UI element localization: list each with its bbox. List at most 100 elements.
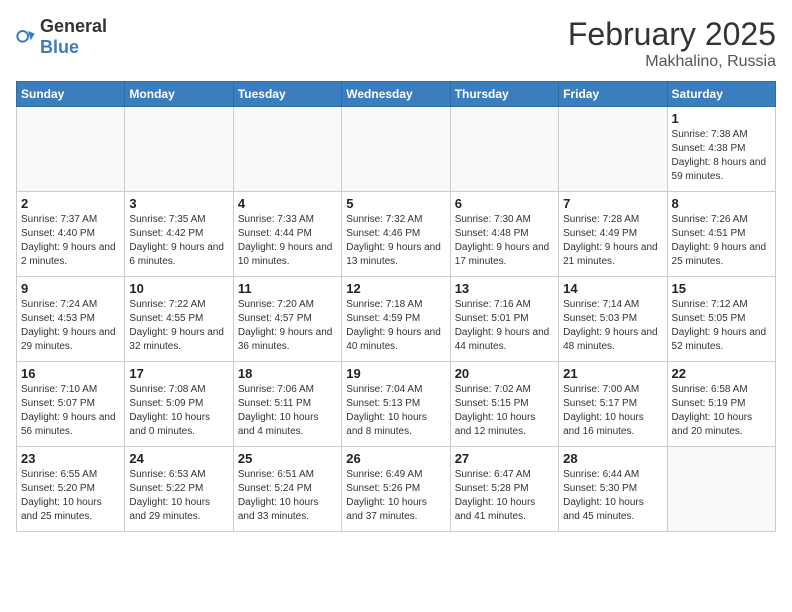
calendar-cell: 1 Sunrise: 7:38 AM Sunset: 4:38 PM Daylig… [667, 107, 775, 192]
calendar-cell: 19Sunrise: 7:04 AM Sunset: 5:13 PM Dayli… [342, 362, 450, 447]
calendar-cell: 25 Sunrise: 6:51 AM Sunset: 5:24 PM Dayli… [233, 447, 341, 532]
day-info: Sunrise: 6:49 AM Sunset: 5:26 PM Dayligh… [346, 468, 445, 524]
day-number: 10 [129, 281, 228, 296]
calendar-cell [17, 107, 125, 192]
week-row-1: 1 Sunrise: 7:38 AM Sunset: 4:38 PM Daylig… [17, 107, 776, 192]
calendar-cell: 4 Sunrise: 7:33 AM Sunset: 4:44 PM Daylig… [233, 192, 341, 277]
calendar-cell: 18Sunrise: 7:06 AM Sunset: 5:11 PM Dayli… [233, 362, 341, 447]
day-number: 18 [238, 366, 337, 381]
calendar-cell: 22Sunrise: 6:58 AM Sunset: 5:19 PM Dayli… [667, 362, 775, 447]
day-info: Sunrise: 7:26 AM Sunset: 4:51 PM Dayligh… [672, 213, 771, 269]
day-info: Sunrise: 6:44 AM Sunset: 5:30 PM Dayligh… [563, 468, 662, 524]
location-title: Makhalino, Russia [568, 53, 776, 71]
calendar-cell: 21 Sunrise: 7:00 AM Sunset: 5:17 PM Dayli… [559, 362, 667, 447]
weekday-header-sunday: Sunday [17, 82, 125, 107]
day-number: 17 [129, 366, 228, 381]
day-number: 3 [129, 196, 228, 211]
day-number: 23 [21, 451, 120, 466]
calendar-cell [559, 107, 667, 192]
week-row-2: 2 Sunrise: 7:37 AM Sunset: 4:40 PM Daylig… [17, 192, 776, 277]
day-number: 28 [563, 451, 662, 466]
weekday-header-tuesday: Tuesday [233, 82, 341, 107]
calendar-cell: 17 Sunrise: 7:08 AM Sunset: 5:09 PM Dayli… [125, 362, 233, 447]
day-number: 15 [672, 281, 771, 296]
day-number: 7 [563, 196, 662, 211]
calendar-cell: 2 Sunrise: 7:37 AM Sunset: 4:40 PM Daylig… [17, 192, 125, 277]
day-info: Sunrise: 7:00 AM Sunset: 5:17 PM Dayligh… [563, 383, 662, 439]
logo: General Blue [16, 16, 107, 58]
day-number: 6 [455, 196, 554, 211]
day-info: Sunrise: 7:20 AM Sunset: 4:57 PM Dayligh… [238, 298, 337, 354]
day-number: 25 [238, 451, 337, 466]
day-info: Sunrise: 7:16 AM Sunset: 5:01 PM Dayligh… [455, 298, 554, 354]
calendar-cell: 10 Sunrise: 7:22 AM Sunset: 4:55 PM Dayli… [125, 277, 233, 362]
day-number: 21 [563, 366, 662, 381]
day-number: 1 [672, 111, 771, 126]
weekday-header-monday: Monday [125, 82, 233, 107]
calendar-cell: 12Sunrise: 7:18 AM Sunset: 4:59 PM Dayli… [342, 277, 450, 362]
day-info: Sunrise: 7:14 AM Sunset: 5:03 PM Dayligh… [563, 298, 662, 354]
calendar-cell: 15 Sunrise: 7:12 AM Sunset: 5:05 PM Dayli… [667, 277, 775, 362]
calendar-cell: 13 Sunrise: 7:16 AM Sunset: 5:01 PM Dayli… [450, 277, 558, 362]
calendar-cell [450, 107, 558, 192]
calendar-cell: 8 Sunrise: 7:26 AM Sunset: 4:51 PM Daylig… [667, 192, 775, 277]
month-title: February 2025 [568, 16, 776, 53]
day-info: Sunrise: 6:47 AM Sunset: 5:28 PM Dayligh… [455, 468, 554, 524]
day-info: Sunrise: 6:55 AM Sunset: 5:20 PM Dayligh… [21, 468, 120, 524]
day-info: Sunrise: 7:37 AM Sunset: 4:40 PM Dayligh… [21, 213, 120, 269]
day-number: 2 [21, 196, 120, 211]
calendar-cell: 9Sunrise: 7:24 AM Sunset: 4:53 PM Daylig… [17, 277, 125, 362]
page-header: General Blue February 2025 Makhalino, Ru… [16, 16, 776, 71]
calendar-cell: 7 Sunrise: 7:28 AM Sunset: 4:49 PM Daylig… [559, 192, 667, 277]
week-row-4: 16 Sunrise: 7:10 AM Sunset: 5:07 PM Dayli… [17, 362, 776, 447]
day-number: 13 [455, 281, 554, 296]
day-number: 16 [21, 366, 120, 381]
day-info: Sunrise: 7:32 AM Sunset: 4:46 PM Dayligh… [346, 213, 445, 269]
calendar-cell: 24Sunrise: 6:53 AM Sunset: 5:22 PM Dayli… [125, 447, 233, 532]
day-info: Sunrise: 7:22 AM Sunset: 4:55 PM Dayligh… [129, 298, 228, 354]
calendar-cell: 20 Sunrise: 7:02 AM Sunset: 5:15 PM Dayli… [450, 362, 558, 447]
calendar-cell [667, 447, 775, 532]
calendar-cell [233, 107, 341, 192]
calendar-cell: 28 Sunrise: 6:44 AM Sunset: 5:30 PM Dayli… [559, 447, 667, 532]
day-info: Sunrise: 7:24 AM Sunset: 4:53 PM Dayligh… [21, 298, 120, 354]
week-row-3: 9Sunrise: 7:24 AM Sunset: 4:53 PM Daylig… [17, 277, 776, 362]
day-info: Sunrise: 7:10 AM Sunset: 5:07 PM Dayligh… [21, 383, 120, 439]
day-info: Sunrise: 7:08 AM Sunset: 5:09 PM Dayligh… [129, 383, 228, 439]
logo-general: General [40, 16, 107, 36]
weekday-header-saturday: Saturday [667, 82, 775, 107]
day-number: 26 [346, 451, 445, 466]
calendar-cell: 3 Sunrise: 7:35 AM Sunset: 4:42 PM Daylig… [125, 192, 233, 277]
weekday-header-wednesday: Wednesday [342, 82, 450, 107]
day-info: Sunrise: 7:28 AM Sunset: 4:49 PM Dayligh… [563, 213, 662, 269]
day-info: Sunrise: 7:33 AM Sunset: 4:44 PM Dayligh… [238, 213, 337, 269]
day-number: 11 [238, 281, 337, 296]
calendar-cell: 27Sunrise: 6:47 AM Sunset: 5:28 PM Dayli… [450, 447, 558, 532]
day-info: Sunrise: 7:02 AM Sunset: 5:15 PM Dayligh… [455, 383, 554, 439]
calendar-cell [342, 107, 450, 192]
weekday-header-thursday: Thursday [450, 82, 558, 107]
calendar-cell [125, 107, 233, 192]
calendar-cell: 23 Sunrise: 6:55 AM Sunset: 5:20 PM Dayli… [17, 447, 125, 532]
day-number: 8 [672, 196, 771, 211]
calendar-cell: 6 Sunrise: 7:30 AM Sunset: 4:48 PM Daylig… [450, 192, 558, 277]
calendar-cell: 16 Sunrise: 7:10 AM Sunset: 5:07 PM Dayli… [17, 362, 125, 447]
calendar-cell: 5Sunrise: 7:32 AM Sunset: 4:46 PM Daylig… [342, 192, 450, 277]
logo-icon [16, 27, 36, 47]
day-info: Sunrise: 7:38 AM Sunset: 4:38 PM Dayligh… [672, 128, 771, 184]
weekday-header-friday: Friday [559, 82, 667, 107]
day-info: Sunrise: 6:51 AM Sunset: 5:24 PM Dayligh… [238, 468, 337, 524]
day-info: Sunrise: 6:53 AM Sunset: 5:22 PM Dayligh… [129, 468, 228, 524]
calendar-table: SundayMondayTuesdayWednesdayThursdayFrid… [16, 81, 776, 532]
logo-blue: Blue [40, 37, 79, 57]
day-info: Sunrise: 7:30 AM Sunset: 4:48 PM Dayligh… [455, 213, 554, 269]
title-block: February 2025 Makhalino, Russia [568, 16, 776, 71]
day-info: Sunrise: 7:12 AM Sunset: 5:05 PM Dayligh… [672, 298, 771, 354]
calendar-cell: 26 Sunrise: 6:49 AM Sunset: 5:26 PM Dayli… [342, 447, 450, 532]
logo-text: General Blue [40, 16, 107, 58]
day-number: 20 [455, 366, 554, 381]
day-info: Sunrise: 7:18 AM Sunset: 4:59 PM Dayligh… [346, 298, 445, 354]
calendar-cell: 14Sunrise: 7:14 AM Sunset: 5:03 PM Dayli… [559, 277, 667, 362]
day-number: 4 [238, 196, 337, 211]
day-info: Sunrise: 7:35 AM Sunset: 4:42 PM Dayligh… [129, 213, 228, 269]
